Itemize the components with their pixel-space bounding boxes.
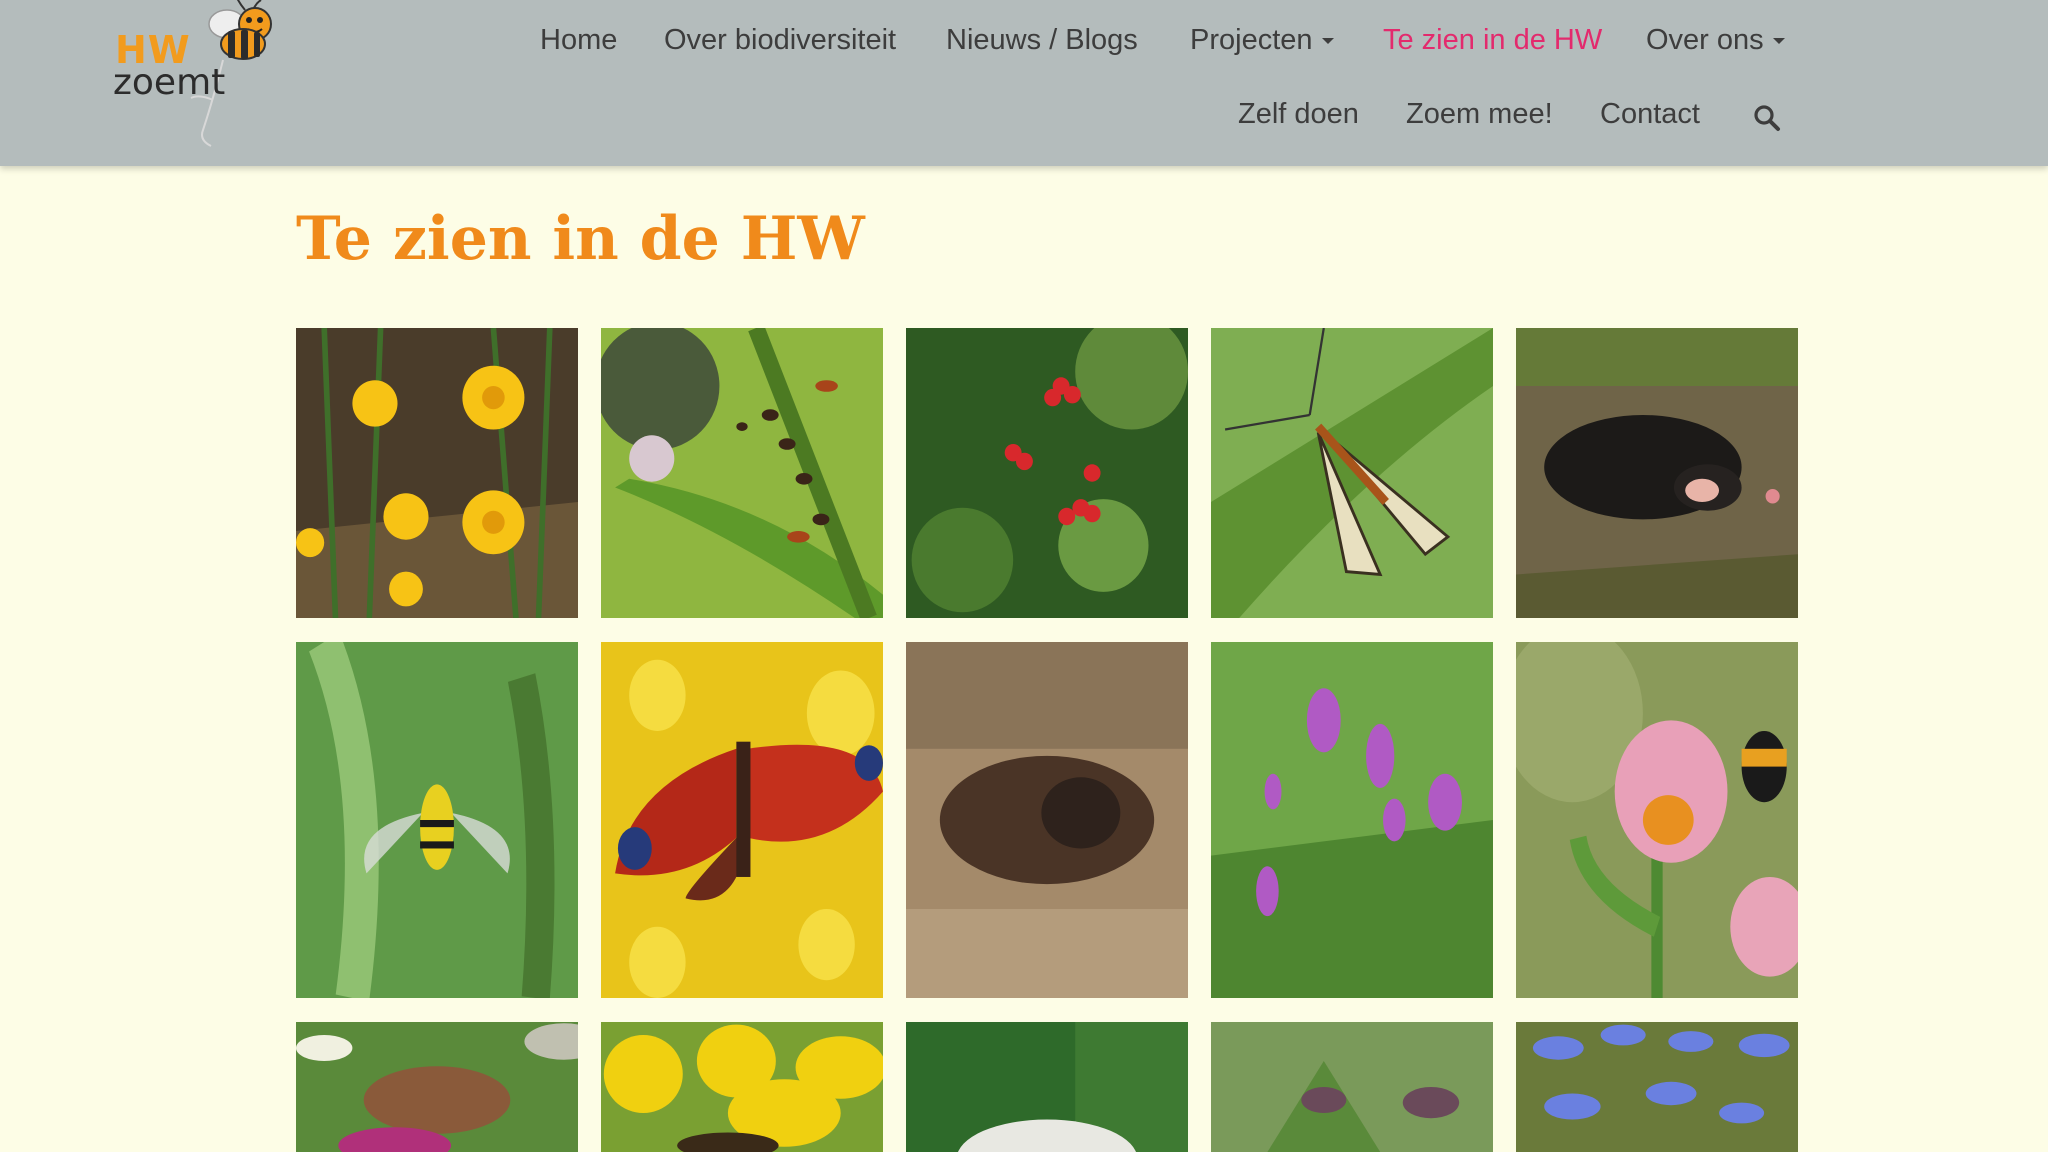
gallery-tile-white-mushroom[interactable] (906, 1022, 1188, 1152)
ants-aphids-thistle-photo (601, 328, 883, 618)
gallery-tile-hoverfly[interactable] (296, 642, 578, 998)
peacock-butterfly-photo (601, 642, 883, 998)
yellow-flower-insect-photo (601, 1022, 883, 1152)
nav-te-zien-in-de-hw[interactable]: Te zien in de HW (1383, 24, 1602, 57)
nav-contact[interactable]: Contact (1600, 98, 1700, 131)
nav-projecten[interactable]: Projecten (1190, 24, 1334, 57)
orchids-photo (1211, 642, 1493, 998)
search-icon[interactable] (1753, 104, 1781, 132)
chevron-down-icon (1772, 38, 1785, 45)
mole-photo (1516, 328, 1798, 618)
gallery-tile-bumblebees-clover[interactable] (1516, 642, 1798, 998)
bee-clover-photo (296, 1022, 578, 1152)
gallery-tile-mole[interactable] (1516, 328, 1798, 618)
gallery-tile-coltsfoot[interactable] (296, 328, 578, 618)
nav-projecten-label: Projecten (1190, 24, 1313, 56)
nav-over-ons-label: Over ons (1646, 24, 1764, 56)
nav-home[interactable]: Home (540, 24, 617, 57)
insect-in-sand-photo (906, 642, 1188, 998)
page-title: Te zien in de HW (296, 204, 865, 274)
hoverfly-thistle-photo (296, 642, 578, 998)
gallery-tile-orchids[interactable] (1211, 642, 1493, 998)
nav-zelf-doen[interactable]: Zelf doen (1238, 98, 1359, 131)
white-mushroom-photo (906, 1022, 1188, 1152)
comfrey-photo (1211, 1022, 1493, 1152)
gallery-tile-scorpionfly[interactable] (1211, 328, 1493, 618)
site-logo[interactable]: HW zoemt (105, 0, 272, 150)
gallery-tile-guelder-rose[interactable] (906, 328, 1188, 618)
logo-zoemt-text: zoemt (113, 62, 226, 103)
gallery-tile-chicory[interactable] (1516, 1022, 1798, 1152)
nav-nieuws-blogs[interactable]: Nieuws / Blogs (946, 24, 1138, 57)
coltsfoot-photo (296, 328, 578, 618)
nav-over-biodiversiteit[interactable]: Over biodiversiteit (664, 24, 896, 57)
gallery-tile-yellow-flower[interactable] (601, 1022, 883, 1152)
nav-over-ons[interactable]: Over ons (1646, 24, 1785, 57)
chicory-flowers-photo (1516, 1022, 1798, 1152)
gallery-tile-comfrey[interactable] (1211, 1022, 1493, 1152)
chevron-down-icon (1321, 38, 1334, 45)
gallery-tile-peacock-butterfly[interactable] (601, 642, 883, 998)
gallery-tile-insect-in-sand[interactable] (906, 642, 1188, 998)
nav-zoem-mee[interactable]: Zoem mee! (1406, 98, 1553, 131)
guelder-rose-berries-photo (906, 328, 1188, 618)
gallery-tile-ants-aphids[interactable] (601, 328, 883, 618)
site-navbar: HW zoemt Home Over biodiversiteit Nieuws… (0, 0, 2048, 166)
gallery-tile-bee-clover[interactable] (296, 1022, 578, 1152)
bumblebees-clover-photo (1516, 642, 1798, 998)
scorpionfly-photo (1211, 328, 1493, 618)
